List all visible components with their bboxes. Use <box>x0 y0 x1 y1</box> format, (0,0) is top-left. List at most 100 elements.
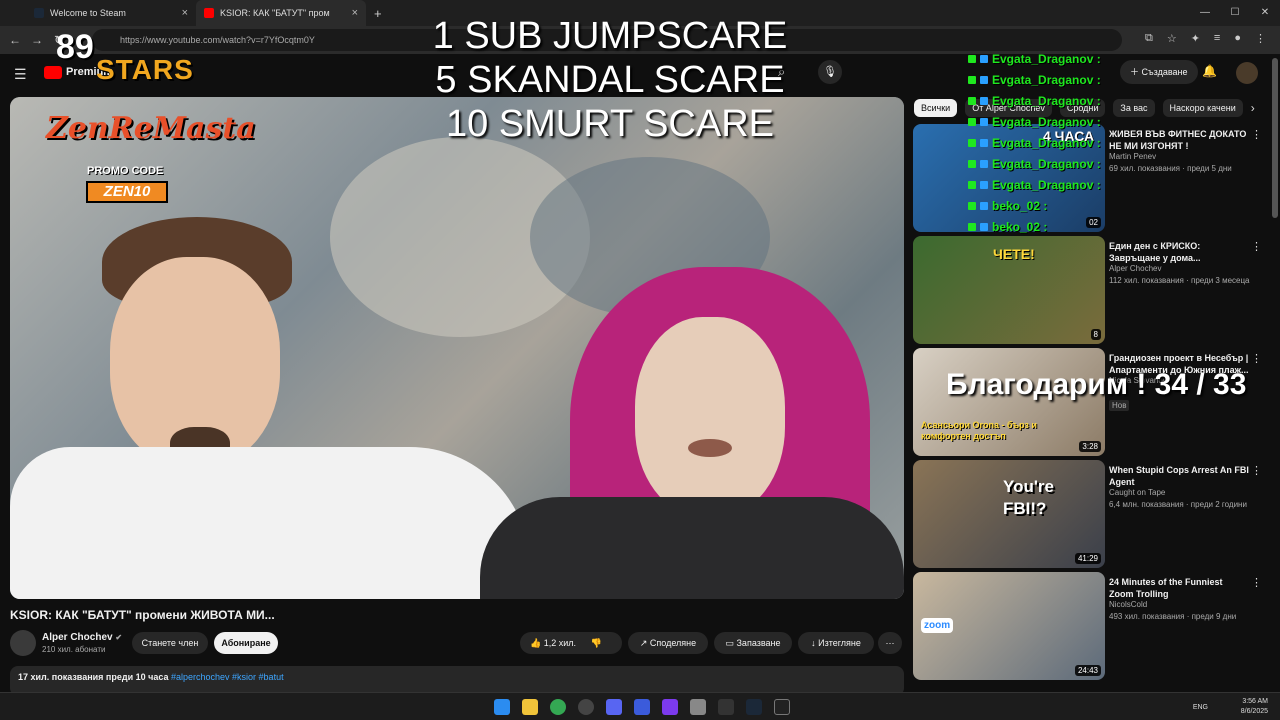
channel-name[interactable]: Alper Chochev ✔ <box>42 632 122 643</box>
more-options-icon[interactable]: ⋮ <box>1251 240 1262 253</box>
video-thumbnail[interactable]: ЧЕТЕ! 8 <box>913 236 1105 344</box>
epic-games-icon[interactable] <box>774 699 790 715</box>
badge-icon <box>980 159 988 168</box>
clock[interactable]: 3:56 AM 8/6/2025 <box>1241 697 1268 717</box>
channel-name-text[interactable]: Alper Chochev <box>42 632 113 643</box>
chip-recent[interactable]: Наскоро качени <box>1162 99 1243 117</box>
settings-icon[interactable] <box>718 699 734 715</box>
recommended-video[interactable]: zoom 24:43 24 Minutes of the Funniest Zo… <box>913 572 1273 680</box>
media-icon[interactable]: ≡ <box>1214 32 1220 45</box>
badge-icon <box>968 180 976 189</box>
clock-date: 8/6/2025 <box>1240 708 1268 715</box>
recommended-meta: 6,4 млн. показвания · преди 2 години <box>1109 500 1247 509</box>
recommended-meta: 493 хил. показвания · преди 9 дни <box>1109 612 1237 621</box>
recommended-title[interactable]: ЖИВЕЯ ВЪВ ФИТНЕС ДОКАТО НЕ МИ ИЗГОНЯТ ! <box>1109 128 1249 152</box>
download-button[interactable]: ↓ Изтегляне <box>798 632 874 654</box>
chat-user: beko_02 : <box>992 198 1048 213</box>
like-count[interactable]: 1,2 хил. <box>544 638 576 648</box>
duration-badge: 24:43 <box>1074 665 1101 676</box>
recommended-title[interactable]: Един ден с КРИСКО: Завръщане у дома... <box>1109 240 1249 264</box>
video-thumbnail[interactable]: You're FBI!? 41:29 <box>913 460 1105 568</box>
video-player[interactable]: ZenReMasta PROMO CODE ZEN10 <box>10 97 904 599</box>
dislike-icon[interactable]: 👎 <box>591 638 602 648</box>
more-options-icon[interactable]: ⋮ <box>1251 352 1262 365</box>
more-icon[interactable]: ⋮ <box>1255 32 1266 45</box>
subscribe-button[interactable]: Абониране <box>214 632 278 654</box>
chat-user: Evgata_Draganov : <box>992 156 1101 171</box>
duration-badge: 41:29 <box>1074 553 1101 564</box>
save-button[interactable]: ▭ Запазване <box>714 632 792 654</box>
like-icon[interactable]: 👍 <box>530 638 541 648</box>
video-thumbnail[interactable]: zoom 24:43 <box>913 572 1105 680</box>
extensions-icon[interactable]: ✦ <box>1191 32 1200 45</box>
maximize-icon[interactable]: ☐ <box>1220 0 1250 26</box>
app-icon[interactable] <box>634 699 650 715</box>
channel-avatar[interactable] <box>10 630 36 656</box>
badge-icon <box>980 222 988 231</box>
create-button[interactable]: ＋ Създаване <box>1120 60 1198 84</box>
profile-icon[interactable]: ● <box>1234 32 1241 45</box>
app-icon[interactable] <box>578 699 594 715</box>
account-avatar[interactable] <box>1236 62 1258 84</box>
promo-code-label: PROMO CODE <box>87 165 164 177</box>
recommended-title[interactable]: 24 Minutes of the Funniest Zoom Trolling <box>1109 576 1249 600</box>
stars-text: STARS <box>96 54 194 85</box>
recommended-video[interactable]: Асансьори Orona - бърз и комфортен достъ… <box>913 348 1273 456</box>
woman-lips <box>688 439 732 457</box>
join-button[interactable]: Станете член <box>132 632 208 654</box>
tab-steam[interactable]: Welcome to Steam × <box>26 0 196 26</box>
recommended-video[interactable]: You're FBI!? 41:29 When Stupid Cops Arre… <box>913 460 1273 568</box>
more-options-icon[interactable]: ⋮ <box>1251 128 1262 141</box>
more-options-icon[interactable]: ⋮ <box>1251 576 1262 589</box>
video-thumbnail[interactable]: Асансьори Orona - бърз и комфортен достъ… <box>913 348 1105 456</box>
create-label: Създаване <box>1141 67 1188 77</box>
bookmark-star-icon[interactable]: ☆ <box>1167 32 1177 45</box>
stars-overlay: 89 STARS <box>56 28 206 98</box>
chat-line: beko_02 : <box>968 195 1128 216</box>
like-dislike-group: 👍 1,2 хил. 👎 <box>520 632 622 654</box>
windows-start-icon[interactable] <box>494 699 510 715</box>
more-options-icon[interactable]: ⋮ <box>1251 464 1262 477</box>
download-icon: ↓ <box>811 638 816 648</box>
video-title: KSIOR: КАК "БАТУТ" промени ЖИВОТА МИ... <box>10 608 275 622</box>
badge-icon <box>968 54 976 63</box>
back-icon[interactable]: ← <box>4 33 26 47</box>
close-window-icon[interactable]: ✕ <box>1250 0 1280 26</box>
discord-icon[interactable] <box>606 699 622 715</box>
recommended-channel[interactable]: Caught on Tape <box>1109 488 1165 497</box>
steam-icon[interactable] <box>746 699 762 715</box>
chat-line: Evgata_Draganov : <box>968 90 1128 111</box>
more-actions-icon[interactable]: ⋯ <box>878 632 902 654</box>
duration-badge: 8 <box>1090 329 1101 340</box>
chat-line: Evgata_Draganov : <box>968 132 1128 153</box>
share-button[interactable]: ↗ Споделяне <box>628 632 708 654</box>
recommended-channel[interactable]: Alper Chochev <box>1109 264 1161 273</box>
file-explorer-icon[interactable] <box>522 699 538 715</box>
clock-time: 3:56 AM <box>1242 698 1268 705</box>
recommended-video[interactable]: ЧЕТЕ! 8 Един ден с КРИСКО: Завръщане у д… <box>913 236 1273 344</box>
forward-icon[interactable]: → <box>26 33 48 47</box>
app-icon[interactable] <box>662 699 678 715</box>
recommended-title[interactable]: When Stupid Cops Arrest An FBI Agent <box>1109 464 1249 488</box>
window-controls: — ☐ ✕ <box>1190 0 1280 26</box>
close-icon[interactable]: × <box>182 7 188 19</box>
minimize-icon[interactable]: — <box>1190 0 1220 26</box>
system-tray: ENG 3:56 AM 8/6/2025 <box>1193 697 1268 715</box>
badge-icon <box>980 180 988 189</box>
chip-all[interactable]: Всички <box>914 99 958 117</box>
hashtags[interactable]: #alperchochev #ksior #batut <box>171 672 284 682</box>
hamburger-menu-icon[interactable]: ☰ <box>14 66 27 83</box>
page-scrollbar[interactable] <box>1272 58 1278 218</box>
chat-line: beko_02 : <box>968 216 1128 237</box>
chrome-icon[interactable] <box>550 699 566 715</box>
chat-line: Evgata_Draganov : <box>968 69 1128 90</box>
scare-line: 5 SKANDAL SCARE <box>435 59 785 101</box>
notepad-icon[interactable] <box>690 699 706 715</box>
zen-logo-text: ZenReMasta <box>46 111 256 146</box>
recommended-channel[interactable]: NicolsCold <box>1109 600 1147 609</box>
promo-code-value: ZEN10 <box>86 181 168 203</box>
install-icon[interactable]: ⧉ <box>1145 32 1153 45</box>
notifications-bell-icon[interactable]: 🔔 <box>1202 64 1217 78</box>
chevron-right-icon[interactable]: › <box>1251 101 1255 115</box>
language-indicator[interactable]: ENG <box>1193 704 1208 711</box>
